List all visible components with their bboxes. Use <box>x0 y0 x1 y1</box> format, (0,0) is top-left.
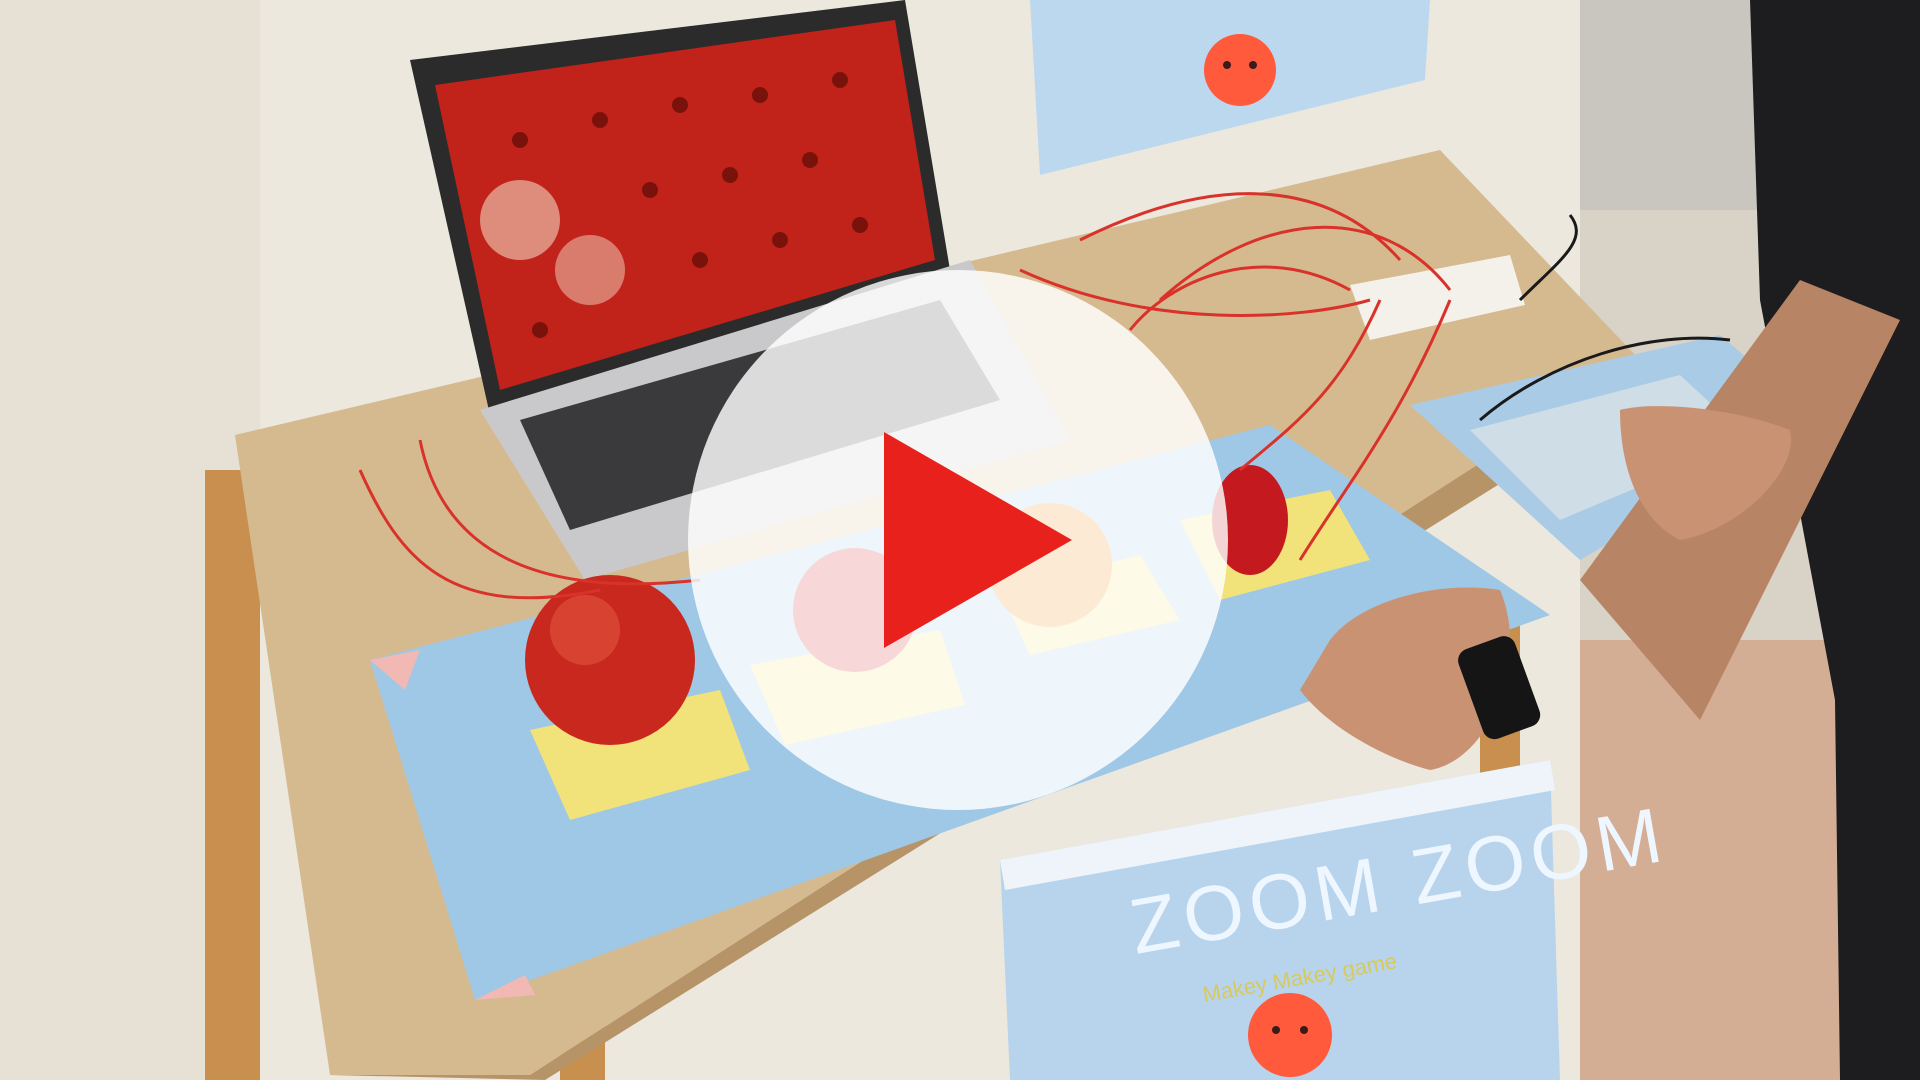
play-button[interactable] <box>688 270 1228 810</box>
play-icon <box>884 432 1072 648</box>
video-player[interactable]: ZOOM ZOOM Makey Makey game <box>0 0 1920 1080</box>
